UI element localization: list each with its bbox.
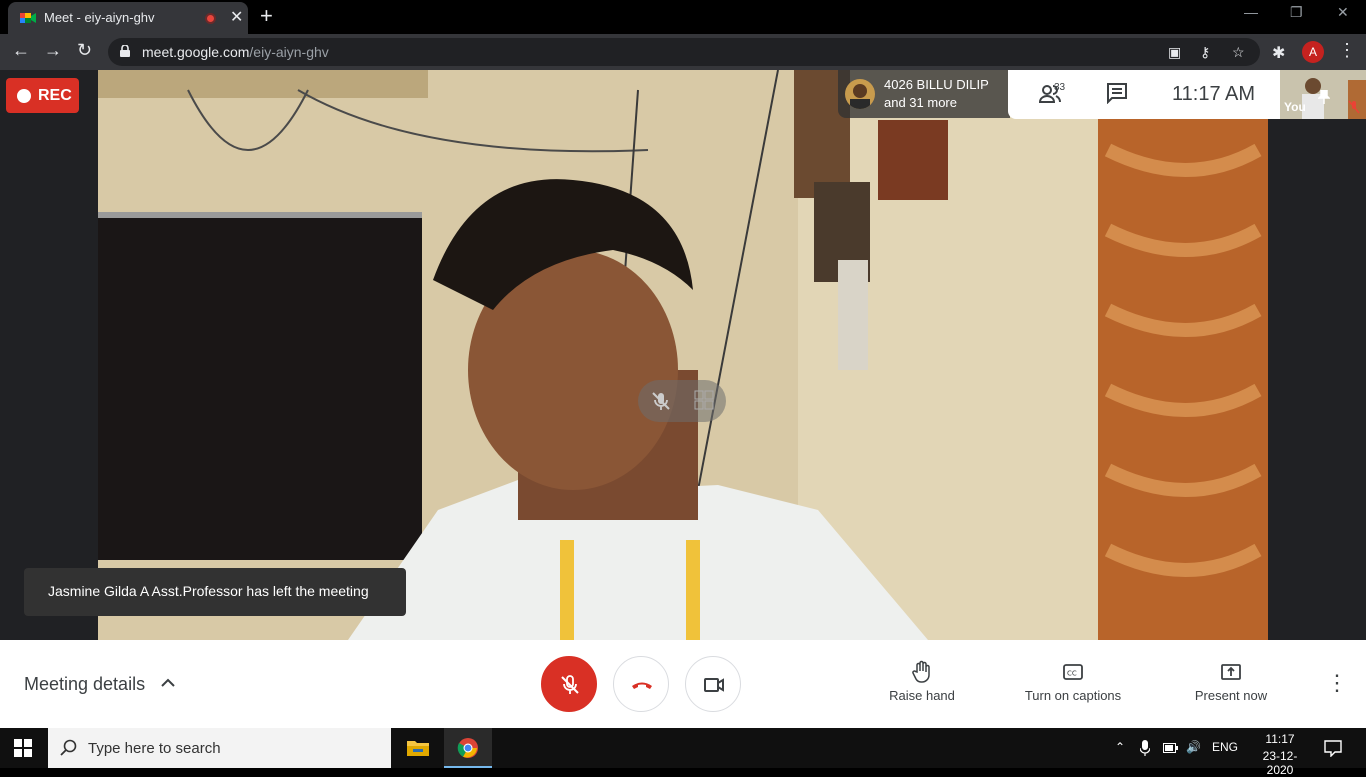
- meeting-details-button[interactable]: Meeting details: [24, 674, 145, 695]
- input-language[interactable]: ENG: [1212, 740, 1238, 754]
- video-camera-icon: [704, 678, 724, 692]
- back-icon[interactable]: ←: [12, 40, 30, 61]
- raise-hand-label: Raise hand: [889, 688, 955, 703]
- search-placeholder: Type here to search: [88, 740, 221, 757]
- recording-indicator-icon: [205, 13, 216, 24]
- participant-video: [98, 70, 1268, 640]
- present-now-button[interactable]: Present now: [1192, 660, 1270, 703]
- microphone-tray-icon[interactable]: [1140, 740, 1150, 756]
- url-text: meet.google.com/eiy-aiyn-ghv: [142, 44, 329, 60]
- hand-icon: [912, 660, 930, 683]
- meet-stage: REC 4026 BILLU DILIP and 31 more 33 11:1…: [0, 70, 1366, 640]
- taskbar-search-box[interactable]: Type here to search: [48, 728, 391, 768]
- taskbar-time: 11:17: [1265, 732, 1295, 746]
- camera-toggle-button[interactable]: [685, 656, 741, 712]
- volume-icon[interactable]: 🔊: [1186, 740, 1201, 754]
- participants-chip[interactable]: 4026 BILLU DILIP and 31 more: [838, 70, 1010, 118]
- notification-toast: Jasmine Gilda A Asst.Professor has left …: [24, 568, 406, 616]
- main-video-tile[interactable]: [98, 70, 1268, 640]
- camera-permission-icon[interactable]: ▣: [1168, 44, 1181, 61]
- meeting-clock: 11:17 AM: [1172, 83, 1256, 105]
- new-tab-button[interactable]: +: [260, 3, 273, 29]
- recording-badge: REC: [6, 78, 79, 113]
- participant-count: 33: [1054, 82, 1066, 93]
- self-mic-off-icon: [1348, 100, 1360, 114]
- record-dot-icon: [17, 89, 31, 103]
- presenter-name: 4026 BILLU DILIP: [884, 77, 989, 92]
- captions-button[interactable]: CC Turn on captions: [1020, 660, 1126, 703]
- extensions-puzzle-icon[interactable]: ✱: [1272, 43, 1285, 63]
- chrome-menu-icon[interactable]: ⋮: [1338, 40, 1356, 61]
- present-now-label: Present now: [1194, 688, 1268, 703]
- mic-off-icon: [561, 675, 579, 694]
- tab-close-button[interactable]: ✕: [230, 7, 243, 27]
- bookmark-star-icon[interactable]: ☆: [1232, 44, 1245, 61]
- closed-captions-icon: CC: [1063, 664, 1083, 680]
- grid-layout-icon[interactable]: [694, 390, 714, 410]
- reload-icon[interactable]: ↻: [77, 40, 92, 61]
- address-bar[interactable]: meet.google.com/eiy-aiyn-ghv ▣ ⚷ ☆: [108, 38, 1260, 66]
- pin-icon[interactable]: [1318, 90, 1330, 104]
- search-icon: [60, 739, 77, 756]
- windows-taskbar: Type here to search ⌃ 🔊 ENG 11:17 23-12-…: [0, 728, 1366, 777]
- tile-hover-controls: [638, 380, 726, 422]
- profile-avatar[interactable]: A: [1302, 41, 1324, 63]
- self-label: You: [1284, 100, 1306, 114]
- captions-label: Turn on captions: [1024, 688, 1122, 703]
- hang-up-icon: [632, 682, 652, 689]
- file-explorer-taskbar-button[interactable]: [394, 728, 442, 768]
- browser-tab[interactable]: Meet - eiy-aiyn-ghv ✕: [8, 2, 248, 34]
- mic-off-icon[interactable]: [650, 390, 672, 412]
- more-options-icon[interactable]: ⋮: [1326, 670, 1348, 696]
- chrome-taskbar-button[interactable]: [444, 728, 492, 768]
- raise-hand-button[interactable]: Raise hand: [888, 660, 956, 703]
- folder-icon: [407, 741, 429, 756]
- browser-toolbar: ← → ↻ meet.google.com/eiy-aiyn-ghv ▣ ⚷ ☆…: [0, 34, 1366, 70]
- meet-bottom-bar: Meeting details Raise hand CC Turn on ca…: [0, 640, 1366, 728]
- microphone-toggle-button[interactable]: [541, 656, 597, 712]
- show-hidden-icons-icon[interactable]: ⌃: [1115, 740, 1125, 754]
- forward-icon[interactable]: →: [44, 40, 62, 61]
- restore-button[interactable]: ❐: [1290, 4, 1303, 21]
- presenter-avatar: [845, 79, 875, 109]
- chevron-up-icon[interactable]: [160, 676, 176, 690]
- browser-tab-strip: Meet - eiy-aiyn-ghv ✕ + — ❐ ✕: [0, 0, 1366, 34]
- meeting-top-panel: 33 11:17 AM: [1008, 70, 1280, 119]
- notification-center-icon[interactable]: [1324, 739, 1342, 757]
- tab-title: Meet - eiy-aiyn-ghv: [44, 10, 155, 25]
- key-icon[interactable]: ⚷: [1200, 44, 1210, 61]
- battery-icon[interactable]: [1163, 742, 1179, 754]
- toast-text: Jasmine Gilda A Asst.Professor has left …: [48, 583, 369, 599]
- taskbar-date: 23-12-2020: [1262, 749, 1298, 777]
- rec-label: REC: [38, 87, 72, 104]
- taskbar-clock[interactable]: 11:17 23-12-2020: [1252, 732, 1308, 777]
- chat-icon[interactable]: [1106, 82, 1128, 104]
- self-video-tile[interactable]: You: [1280, 70, 1366, 119]
- presenter-more: and 31 more: [884, 95, 957, 110]
- meet-logo-icon: [20, 13, 36, 23]
- lock-icon: [120, 45, 130, 57]
- windows-start-icon[interactable]: [14, 739, 32, 757]
- leave-call-button[interactable]: [613, 656, 669, 712]
- close-window-button[interactable]: ✕: [1337, 4, 1349, 21]
- present-screen-icon: [1221, 664, 1241, 680]
- svg-text:CC: CC: [1067, 670, 1077, 678]
- chrome-icon: [457, 738, 478, 758]
- minimize-button[interactable]: —: [1244, 4, 1258, 20]
